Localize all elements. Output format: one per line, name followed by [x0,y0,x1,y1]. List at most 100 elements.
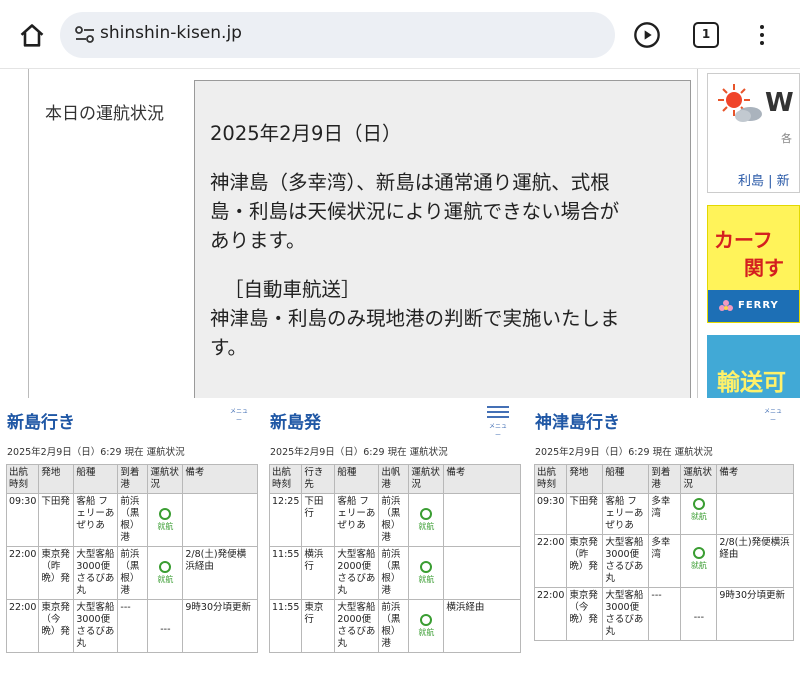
column-header: 船種 [602,464,650,494]
column-header: 出帆港 [378,464,410,494]
weather-title: W [765,88,794,118]
flower-icon [719,300,733,311]
ship-type: 客船 フェリーあぜりあ [73,493,119,547]
operation-status: 就航 [408,493,445,547]
schedule-table: 出航時刻 行き先 船種 出帆港 運航状況 備考 12:25 下田行 客船 フェリ… [268,464,521,653]
operation-status: 就航 [408,546,445,600]
address-bar[interactable]: shinshin-kisen.jp [60,12,615,58]
operation-status: 就航 [680,534,718,588]
status-line: 島・利島は天候状況により運航できない場合が [210,200,620,223]
departure-time: 22:00 [533,587,568,641]
circle-icon [692,547,705,559]
ferry-text: FERRY [738,300,779,311]
transport-banner-text: 輸送可 [717,370,786,396]
column-header: 発地 [38,464,75,494]
panel-title: 神津島行き [535,413,620,433]
operation-status: --- [147,599,184,653]
table-row: 22:00 東京発（今晩）発 大型客船3000便さるびあ丸 --- --- 9時… [533,587,794,641]
departure-time: 22:00 [5,546,40,600]
arrival-port: 多幸湾 [648,493,682,535]
ship-type: 客船 フェリーあぜりあ [334,493,380,547]
origin: 東京発（今晩）発 [566,587,604,641]
remarks: 9時30分頃更新 [716,587,794,641]
status-message: 2025年2月9日（日） 神津島（多幸湾）、新島は通常通り運航、式根 島・利島は… [194,80,691,400]
column-header: 運航状況 [680,464,718,494]
panel-date: 2025年2月9日（日）6:29 現在 運航状況 [7,447,185,458]
origin: 下田発 [38,493,75,547]
operation-status: 就航 [147,493,184,547]
table-row: 09:30 下田発 客船 フェリーあぜりあ 多幸湾 就航 [533,493,794,535]
panel-from-niijima: 新島発 メニュー 2025年2月9日（日）6:29 現在 運航状況 出航時刻 行… [265,398,527,684]
column-header: 運航状況 [147,464,184,494]
operation-status: 就航 [680,493,718,535]
column-header: 出航時刻 [268,464,303,494]
weather-island-links[interactable]: 利島 | 新 [738,170,790,189]
column-header: 発地 [566,464,604,494]
panel-date: 2025年2月9日（日）6:29 現在 運航状況 [270,447,448,458]
column-header: 備考 [182,464,258,494]
column-header: 運航状況 [408,464,445,494]
more-vert-icon[interactable] [752,22,772,48]
column-header: 出航時刻 [533,464,568,494]
operation-status: 就航 [147,546,184,600]
car-banner-text: カーフ [714,228,773,252]
page-content: 本日の運航状況 2025年2月9日（日） 神津島（多幸湾）、新島は通常通り運航、… [0,68,800,400]
table-row: 22:00 東京発（今晩）発 大型客船3000便さるびあ丸 --- --- 9時… [5,599,258,653]
ship-type: 大型客船3000便さるびあ丸 [73,599,119,653]
origin: 下田発 [566,493,604,535]
table-row: 11:55 東京行 大型客船2000便さるびあ丸 前浜（黒根）港 就航 横浜経由 [268,599,521,653]
table-row: 22:00 東京発（昨晩）発 大型客船3000便さるびあ丸 多幸湾 就航 2/8… [533,534,794,588]
departure-time: 11:55 [268,546,303,600]
column-header: 備考 [443,464,521,494]
weather-subtitle: 各 [781,132,792,145]
weather-banner[interactable]: W 各 利島 | 新 [707,73,800,193]
transport-banner[interactable]: 輸送可 [707,335,800,399]
destination: 東京行 [301,599,336,653]
departure-time: 22:00 [533,534,568,588]
panel-menu-icon[interactable]: メニュー [762,406,784,424]
arrival-port: --- [117,599,149,653]
origin: 東京発（昨晩）発 [566,534,604,588]
arrival-port: 前浜（黒根）港 [117,493,149,547]
panel-menu-icon[interactable]: メニュー [487,406,509,439]
operation-status: 就航 [408,599,445,653]
circle-icon [692,498,705,510]
car-ferry-banner[interactable]: カーフ 関す FERRY [707,205,800,323]
home-icon[interactable] [18,22,46,50]
remarks [716,493,794,535]
departure-time: 09:30 [533,493,568,535]
play-icon[interactable] [633,21,661,49]
ship-type: 大型客船2000便さるびあ丸 [334,546,380,600]
ferry-strip: FERRY [708,290,799,322]
panel-to-kozushima: 神津島行き メニュー 2025年2月9日（日）6:29 現在 運航状況 出航時刻… [530,398,800,684]
destination: 横浜行 [301,546,336,600]
panel-to-niijima: 新島行き メニュー 2025年2月9日（日）6:29 現在 運航状況 出航時刻 … [0,398,262,684]
panel-title: 新島行き [7,413,75,433]
ship-type: 大型客船2000便さるびあ丸 [334,599,380,653]
column-header: 船種 [334,464,380,494]
circle-icon [159,561,172,573]
panel-menu-icon[interactable]: メニュー [228,406,250,424]
circle-icon [420,508,433,520]
departure-port: 前浜（黒根）港 [378,493,410,547]
operation-status-section: 本日の運航状況 2025年2月9日（日） 神津島（多幸湾）、新島は通常通り運航、… [28,69,698,400]
car-transport-heading: ［自動車航送］ [224,278,361,301]
remarks [182,493,258,547]
remarks: 2/8(土)発便横浜経由 [716,534,794,588]
departure-time: 22:00 [5,599,40,653]
site-settings-icon[interactable] [74,25,96,45]
remarks: 2/8(土)発便横浜経由 [182,546,258,600]
departure-time: 12:25 [268,493,303,547]
operation-status: --- [680,587,718,641]
right-sidebar: W 各 利島 | 新 カーフ 関す FERRY 輸送可 [707,69,800,399]
departure-port: 前浜（黒根）港 [378,546,410,600]
tabs-icon[interactable]: 1 [693,22,719,48]
status-line: あります。 [210,229,306,252]
panel-date: 2025年2月9日（日）6:29 現在 運航状況 [535,447,713,458]
table-row: 11:55 横浜行 大型客船2000便さるびあ丸 前浜（黒根）港 就航 [268,546,521,600]
table-row: 22:00 東京発（昨晩）発 大型客船3000便さるびあ丸 前浜（黒根）港 就航… [5,546,258,600]
column-header: 行き先 [301,464,336,494]
table-row: 12:25 下田行 客船 フェリーあぜりあ 前浜（黒根）港 就航 [268,493,521,547]
weather-sun-cloud-icon [718,84,762,122]
schedule-table: 出航時刻 発地 船種 到着港 運航状況 備考 09:30 下田発 客船 フェリー… [533,464,794,641]
